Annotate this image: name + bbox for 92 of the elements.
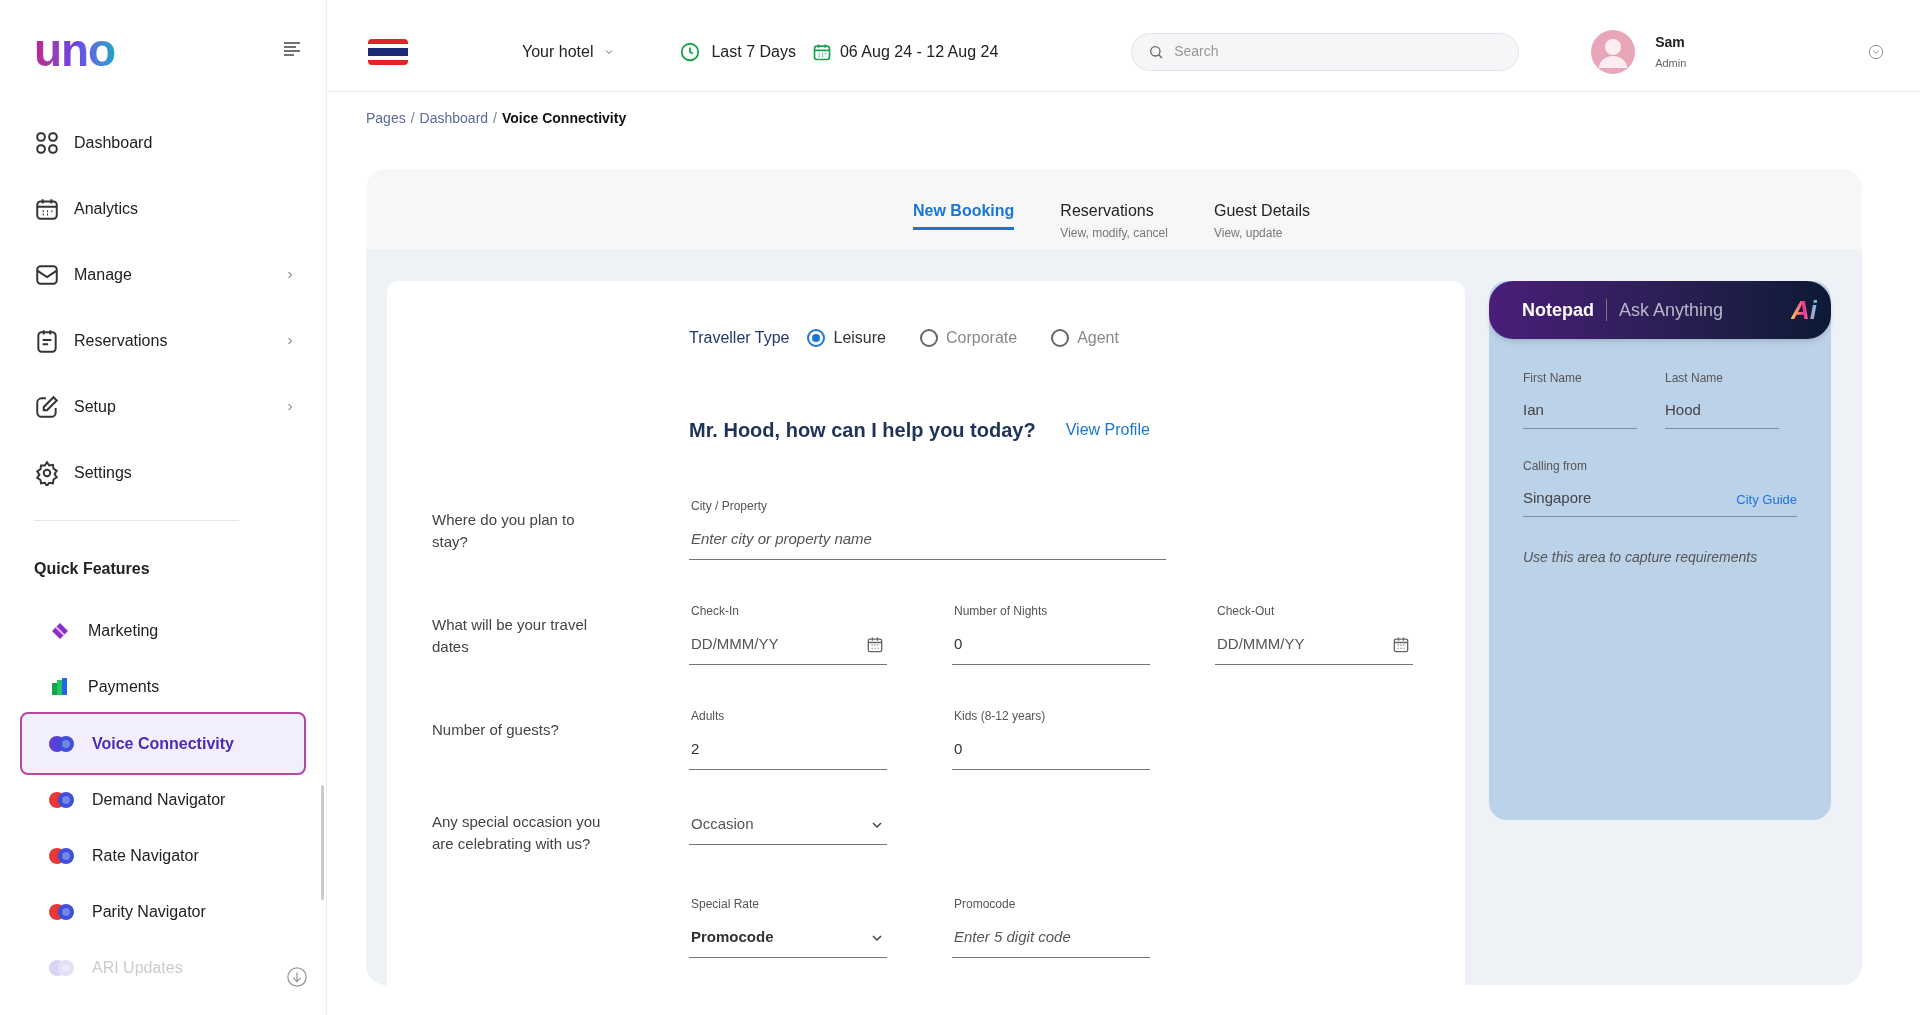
- breadcrumb-separator: /: [493, 109, 497, 128]
- tab[interactable]: Guest Details View, update: [1213, 199, 1310, 249]
- quick-feature-label: Payments: [88, 677, 160, 697]
- input-field[interactable]: DD/MMM/YY: [689, 625, 887, 665]
- greeting: Mr. Hood, how can I help you today?: [689, 418, 1036, 443]
- field-label: Kids (8-12 years): [953, 708, 1047, 723]
- dropdown[interactable]: Promocode: [689, 918, 887, 958]
- nav-item[interactable]: Analytics: [0, 176, 326, 242]
- radio-button[interactable]: [1051, 329, 1070, 347]
- dropdown[interactable]: Occasion: [689, 805, 887, 845]
- quick-feature-label: Marketing: [88, 621, 159, 641]
- edit-icon: [34, 394, 60, 420]
- field-label: Check-In: [690, 603, 741, 618]
- field-label: Last Name: [1665, 370, 1725, 387]
- nav-item[interactable]: Setup: [0, 374, 326, 440]
- grid-icon: [34, 130, 60, 156]
- hotel-selector[interactable]: Your hotel: [522, 39, 616, 64]
- tab[interactable]: Reservations View, modify, cancel: [1060, 199, 1168, 249]
- quick-feature-label: Rate Navigator: [92, 846, 199, 866]
- quick-feature-item[interactable]: Rate Navigator: [20, 828, 306, 884]
- tab[interactable]: New Booking: [913, 199, 1015, 249]
- quick-feature-label: Voice Connectivity: [92, 733, 234, 754]
- section-title: Quick Features: [33, 559, 151, 579]
- field-label: Promocode: [953, 896, 1017, 911]
- nav-label: Dashboard: [74, 133, 154, 153]
- field-label: Calling from: [1523, 458, 1589, 475]
- search-icon: [1148, 43, 1165, 60]
- radio-button[interactable]: [807, 329, 826, 347]
- nav-label: Settings: [74, 463, 133, 483]
- field-label: City / Property: [690, 498, 769, 513]
- input-field[interactable]: Hood: [1665, 393, 1779, 429]
- field-label: Adults: [690, 708, 726, 723]
- question-text: Number of guests?: [432, 720, 560, 740]
- quick-feature-item[interactable]: Marketing: [20, 603, 306, 659]
- flag-icon[interactable]: [368, 38, 408, 65]
- clock-icon: [679, 40, 702, 63]
- radio-label: Leisure: [833, 328, 886, 348]
- question-text: What will be your travel dates: [432, 615, 589, 657]
- radio-option[interactable]: Leisure: [807, 326, 886, 350]
- note-icon: [34, 328, 60, 354]
- nav-item[interactable]: Reservations: [0, 308, 326, 374]
- notepad-tab[interactable]: Notepad: [1522, 296, 1594, 324]
- input-field[interactable]: 0: [952, 625, 1150, 665]
- nav-item[interactable]: Settings: [0, 440, 326, 506]
- settings-icon: [34, 460, 60, 486]
- quick-feature-label: Parity Navigator: [92, 902, 206, 922]
- quick-feature-item[interactable]: Demand Navigator: [20, 772, 306, 828]
- radio-option[interactable]: Corporate: [919, 326, 1018, 350]
- quick-feature-label: Demand Navigator: [92, 790, 226, 810]
- breadcrumb-current: Voice Connectivity: [502, 109, 627, 128]
- nav-label: Analytics: [74, 199, 140, 219]
- input-field[interactable]: Enter 5 digit code: [952, 918, 1150, 958]
- date-range[interactable]: 06 Aug 24 - 12 Aug 24: [839, 39, 999, 64]
- nav-label: Manage: [74, 265, 133, 285]
- quick-feature-item[interactable]: Voice Connectivity: [20, 712, 306, 775]
- radio-label: Agent: [1077, 328, 1119, 348]
- quick-feature-item[interactable]: Payments: [20, 659, 306, 715]
- notes-placeholder[interactable]: Use this area to capture requirements: [1523, 546, 1797, 568]
- field-label: Special Rate: [690, 896, 761, 911]
- breadcrumb-separator: /: [410, 109, 415, 128]
- nav-label: Setup: [74, 397, 117, 417]
- notepad-tab[interactable]: Ask Anything: [1619, 296, 1724, 324]
- input-field[interactable]: Enter city or property name: [689, 520, 1166, 560]
- nav-item[interactable]: Manage: [0, 242, 326, 308]
- radio-option[interactable]: Agent: [1051, 326, 1119, 350]
- input-field[interactable]: DD/MMM/YY: [1215, 625, 1413, 665]
- input-field[interactable]: 2: [689, 730, 887, 770]
- tab-subtitle: View, modify, cancel: [1060, 225, 1168, 242]
- envelope-icon: [34, 262, 60, 288]
- nav-label: Reservations: [74, 331, 169, 351]
- period-label[interactable]: Last 7 Days: [711, 39, 796, 64]
- tab-subtitle: View, update: [1213, 225, 1284, 242]
- field-label: First Name: [1523, 370, 1583, 387]
- field-label: Check-Out: [1216, 603, 1276, 618]
- scroll-down-icon[interactable]: [286, 966, 308, 988]
- user-name: Sam: [1655, 32, 1686, 52]
- question-text: Any special occasion you are celebrating with us?: [432, 812, 602, 854]
- input-field[interactable]: 0: [952, 730, 1150, 770]
- radio-button[interactable]: [919, 329, 938, 347]
- quick-feature-item[interactable]: Parity Navigator: [20, 884, 306, 940]
- nav-item[interactable]: Dashboard: [0, 110, 326, 176]
- input-field[interactable]: Ian: [1523, 393, 1637, 429]
- calendar-icon: [34, 196, 60, 222]
- field-label: Traveller Type: [689, 328, 790, 348]
- breadcrumb-link[interactable]: Dashboard: [419, 108, 489, 129]
- field-label: Number of Nights: [953, 603, 1049, 618]
- breadcrumb-link[interactable]: Pages: [366, 108, 406, 129]
- view-profile-link[interactable]: View Profile: [1065, 418, 1150, 442]
- question-text: Where do you plan to stay?: [432, 510, 576, 552]
- dropdown-icon[interactable]: [1868, 43, 1884, 60]
- user-role: Admin: [1655, 55, 1688, 71]
- radio-label: Corporate: [945, 328, 1018, 348]
